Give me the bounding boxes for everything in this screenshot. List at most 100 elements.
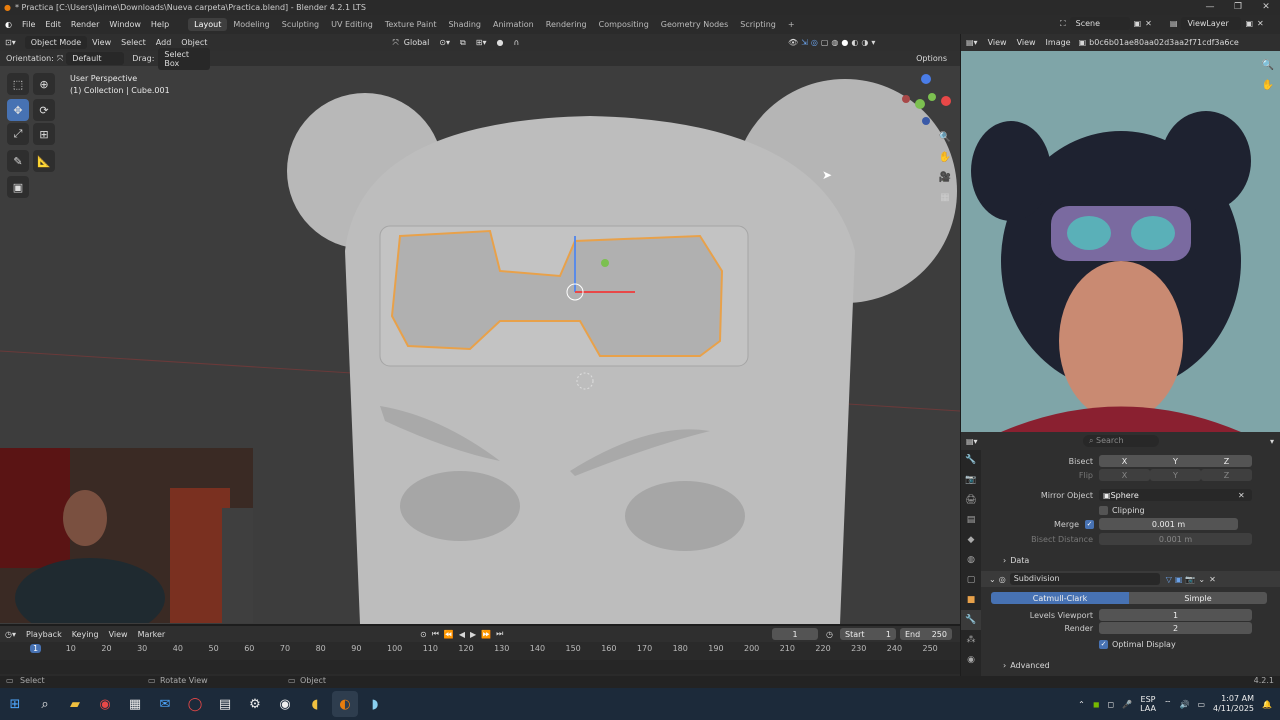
- tab-texture-paint[interactable]: Texture Paint: [379, 18, 443, 31]
- properties-search[interactable]: ⌕ Search: [1083, 435, 1159, 447]
- next-keyframe-icon[interactable]: ⏩: [481, 630, 491, 639]
- outlook-icon[interactable]: ✉: [152, 691, 178, 717]
- properties-options-icon[interactable]: ▾: [1270, 437, 1274, 446]
- flip-y[interactable]: Y: [1150, 469, 1201, 481]
- app2-icon[interactable]: ◗: [362, 691, 388, 717]
- move-tool[interactable]: ✥: [7, 99, 29, 121]
- timeline-view-menu[interactable]: View: [104, 628, 133, 641]
- viewport-toggle-icon[interactable]: ▣: [1172, 575, 1183, 584]
- new-view-layer-icon[interactable]: ▣: [1245, 19, 1253, 28]
- shading-wireframe-icon[interactable]: ◍: [831, 38, 838, 47]
- scene-tab-icon[interactable]: ◆: [961, 530, 981, 550]
- tab-rendering[interactable]: Rendering: [540, 18, 593, 31]
- gizmo-icon[interactable]: ⇲: [801, 38, 808, 47]
- end-frame-field[interactable]: End 250: [900, 628, 952, 640]
- merge-checkbox[interactable]: ✓: [1085, 519, 1094, 529]
- menu-window[interactable]: Window: [104, 20, 146, 29]
- proportional-edit-icon[interactable]: ●: [491, 36, 508, 49]
- bisect-z[interactable]: Z: [1201, 455, 1252, 467]
- clipping-checkbox[interactable]: [1099, 505, 1108, 515]
- render-tab-icon[interactable]: 📷: [961, 470, 981, 490]
- transform-tool[interactable]: ⊞: [33, 123, 55, 145]
- snap-icon[interactable]: ⧉: [455, 36, 471, 50]
- camera-view-icon[interactable]: 🎥: [936, 168, 954, 186]
- perspective-toggle-icon[interactable]: ▦: [936, 188, 954, 206]
- volume-icon[interactable]: 🔊: [1179, 700, 1189, 709]
- bisect-y[interactable]: Y: [1150, 455, 1201, 467]
- transform-orientation-selector[interactable]: Global: [399, 36, 435, 49]
- modifier-menu-icon[interactable]: ⌄: [1195, 575, 1205, 584]
- file-explorer-icon[interactable]: ▰: [62, 691, 88, 717]
- blender-taskbar-icon[interactable]: ◐: [332, 691, 358, 717]
- subdivision-name-field[interactable]: Subdivision: [1009, 573, 1160, 585]
- blender-menu-icon[interactable]: ◐: [0, 20, 17, 29]
- pivot-icon[interactable]: ⊙▾: [434, 36, 455, 49]
- tab-compositing[interactable]: Compositing: [593, 18, 655, 31]
- app-icon[interactable]: ◖: [302, 691, 328, 717]
- delete-view-layer-icon[interactable]: ✕: [1257, 19, 1264, 28]
- shading-solid-icon[interactable]: ●: [841, 38, 848, 47]
- optimal-display-checkbox[interactable]: ✓: [1099, 639, 1108, 649]
- tab-shading[interactable]: Shading: [442, 18, 487, 31]
- axis-navigation-gizmo[interactable]: [898, 71, 954, 131]
- pan-hand-icon[interactable]: ✋: [936, 148, 954, 166]
- output-tab-icon[interactable]: 🖨: [961, 490, 981, 510]
- tab-sculpting[interactable]: Sculpting: [276, 18, 325, 31]
- image-name-field[interactable]: b0c6b01ae80aa02d3aa2f71cdf3a6ce3.jpg: [1089, 38, 1239, 47]
- xray-icon[interactable]: ▢: [821, 38, 829, 47]
- add-workspace-icon[interactable]: +: [782, 18, 801, 31]
- cursor-tool[interactable]: ⊕: [33, 73, 55, 95]
- mic-icon[interactable]: 🎤: [1122, 700, 1132, 709]
- data-panel-header[interactable]: › Data: [981, 553, 1280, 567]
- timeline-track[interactable]: [0, 660, 960, 674]
- falloff-icon[interactable]: ∩: [508, 36, 524, 49]
- delete-scene-icon[interactable]: ✕: [1145, 19, 1152, 28]
- wifi-icon[interactable]: ⌔: [1164, 699, 1172, 709]
- maximize-button[interactable]: ❐: [1224, 0, 1252, 15]
- tool-tab-icon[interactable]: 🔧: [961, 450, 981, 470]
- keying-menu[interactable]: Keying: [67, 628, 104, 641]
- play-icon[interactable]: ▶: [470, 630, 476, 639]
- image-zoom-icon[interactable]: 🔍: [1259, 56, 1277, 74]
- jump-start-icon[interactable]: ⏮: [432, 629, 439, 639]
- tray-chevron-icon[interactable]: ⌃: [1078, 700, 1085, 709]
- image-editor[interactable]: 🔍 ✋: [961, 51, 1280, 432]
- network-icon[interactable]: ◻: [1108, 700, 1115, 709]
- collection-tab-icon[interactable]: ▢: [961, 570, 981, 590]
- timeline-editor-type-icon[interactable]: ◷▾: [0, 628, 21, 641]
- search-icon[interactable]: ⌕: [32, 691, 58, 717]
- snap-target-icon[interactable]: ⊞▾: [471, 36, 492, 49]
- tab-geometry-nodes[interactable]: Geometry Nodes: [655, 18, 734, 31]
- annotate-tool[interactable]: ✎: [7, 150, 29, 172]
- jump-end-icon[interactable]: ⏭: [496, 629, 503, 639]
- view-layer-selector[interactable]: ViewLayer: [1181, 17, 1242, 30]
- settings-icon[interactable]: ⚙: [242, 691, 268, 717]
- select-box-tool[interactable]: ⬚: [7, 73, 29, 95]
- frame-ruler[interactable]: 1 10 20 30 40 50 60 70 80 90 100 110 120 130 140 150 160…: [0, 644, 960, 658]
- store-icon[interactable]: ▦: [122, 691, 148, 717]
- image-browse-icon[interactable]: ▣: [1076, 38, 1090, 47]
- windows-start-icon[interactable]: ⊞: [2, 691, 28, 717]
- marker-menu[interactable]: Marker: [133, 628, 171, 641]
- world-tab-icon[interactable]: ◍: [961, 550, 981, 570]
- modifier-tab-icon[interactable]: 🔧: [961, 610, 981, 630]
- notification-icon[interactable]: 🔔: [1262, 700, 1272, 709]
- tab-animation[interactable]: Animation: [487, 18, 540, 31]
- drag-selector[interactable]: Select Box: [158, 47, 211, 70]
- menu-file[interactable]: File: [17, 20, 40, 29]
- image-view-mode[interactable]: View: [983, 36, 1012, 49]
- calculator-icon[interactable]: ▤: [212, 691, 238, 717]
- mirror-object-field[interactable]: ▣ Sphere: [1099, 489, 1252, 501]
- menu-view[interactable]: View: [87, 36, 116, 49]
- add-cube-tool[interactable]: ▣: [7, 176, 29, 198]
- shading-options-icon[interactable]: ▾: [871, 38, 875, 47]
- orientation-selector[interactable]: Default: [66, 52, 125, 65]
- flip-x[interactable]: X: [1099, 469, 1150, 481]
- shading-material-icon[interactable]: ◐: [851, 38, 858, 47]
- scale-tool[interactable]: ⤢: [7, 123, 29, 145]
- render-levels-field[interactable]: 2: [1099, 622, 1252, 634]
- levels-viewport-field[interactable]: 1: [1099, 609, 1252, 621]
- measure-tool[interactable]: 📐: [33, 150, 55, 172]
- mode-selector[interactable]: Object Mode: [24, 36, 88, 49]
- menu-render[interactable]: Render: [66, 20, 104, 29]
